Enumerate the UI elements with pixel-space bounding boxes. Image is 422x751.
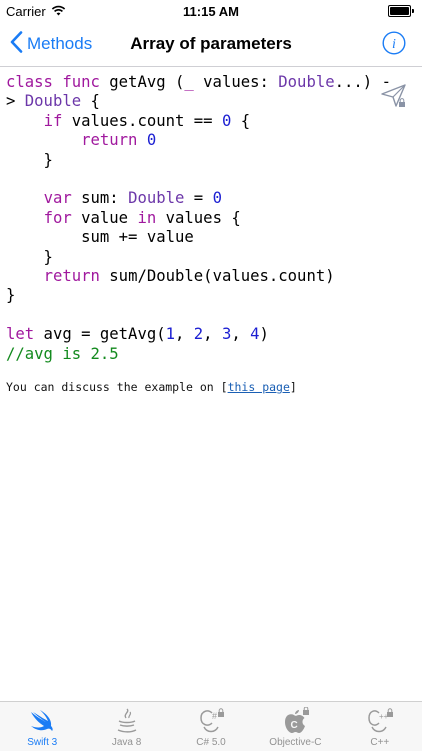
back-button-label: Methods (27, 34, 93, 53)
status-time: 11:15 AM (183, 4, 239, 19)
code-token: Double (128, 189, 185, 208)
code-token: { (231, 111, 251, 130)
apple-lock-icon: C (280, 707, 310, 735)
chevron-left-icon (10, 30, 27, 58)
discuss-text: You can discuss the example on [this pag… (6, 380, 297, 394)
code-line: return sum/Double(values.count) (6, 267, 416, 286)
code-token: //avg is 2.5 (6, 344, 119, 363)
code-token: 0 (146, 131, 157, 150)
code-token: avg = getAvg( (34, 325, 166, 344)
code-line: } (6, 151, 416, 170)
tab-swift[interactable]: Swift 3 (0, 702, 84, 751)
code-token: } (6, 247, 53, 266)
code-line: //avg is 2.5 (6, 345, 416, 364)
cpp-lock-icon: ++ (365, 707, 395, 735)
code-token: let (6, 325, 35, 344)
tab-bar: Swift 3 Java 8 # C# 5.0 C Objective-C ++… (0, 701, 422, 751)
code-token: values.count == (62, 111, 222, 130)
tab-cpp-label: C++ (370, 737, 390, 748)
code-token: getAvg ( (109, 73, 185, 91)
code-token: Double (278, 73, 335, 91)
java-icon (112, 707, 142, 735)
code-token: 3 (221, 325, 232, 344)
code-token: in (137, 208, 157, 227)
code-token: > (6, 92, 25, 111)
code-line: sum += value (6, 228, 416, 247)
code-token: class func (6, 73, 110, 91)
code-token: Double (24, 92, 82, 111)
tab-swift-label: Swift 3 (27, 737, 58, 748)
code-line: } (6, 286, 416, 305)
paper-plane-lock-icon (380, 84, 408, 114)
svg-text:C: C (291, 720, 298, 731)
tab-csharp-label: C# 5.0 (196, 737, 226, 748)
discuss-bracket-open: [ (220, 380, 228, 394)
code-token: if (43, 111, 63, 130)
code-token: 2 (193, 325, 204, 344)
code-line: > Double { (6, 92, 416, 111)
csharp-lock-icon: # (196, 707, 226, 735)
code-token: sum: (71, 189, 129, 208)
code-token: 0 (212, 189, 222, 208)
code-block: class func getAvg (_ values: Double...) … (6, 73, 416, 364)
code-token: values: (193, 73, 279, 91)
info-button[interactable]: i (382, 31, 406, 55)
code-line: var sum: Double = 0 (6, 189, 416, 208)
code-token: sum += value (6, 228, 194, 247)
tab-csharp[interactable]: # C# 5.0 (169, 702, 253, 751)
code-token: ) (259, 325, 269, 344)
code-line: class func getAvg (_ values: Double...) … (6, 73, 416, 92)
code-token: _ (184, 73, 194, 91)
code-token: { (81, 92, 100, 111)
tab-objective-c-label: Objective-C (269, 737, 322, 748)
code-token: } (6, 150, 53, 169)
navigation-bar: Methods Array of parameters i (0, 22, 422, 67)
tab-java[interactable]: Java 8 (84, 702, 168, 751)
code-token: for (43, 208, 72, 227)
code-token: = (184, 189, 213, 208)
code-token: var (43, 189, 72, 208)
code-line: } (6, 248, 416, 267)
back-button[interactable]: Methods (10, 22, 92, 66)
status-bar: Carrier 11:15 AM (0, 0, 422, 22)
discussion-link[interactable]: this page (228, 380, 290, 394)
code-token: , (203, 325, 222, 344)
code-token: sum/Double(values.count) (99, 267, 335, 286)
info-icon: i (382, 31, 406, 59)
svg-text:i: i (392, 37, 396, 52)
tab-objective-c[interactable]: C Objective-C (253, 702, 337, 751)
code-token: , (231, 325, 251, 344)
discuss-bracket-close: ] (289, 380, 297, 394)
discuss-prefix: You can discuss the example on (6, 380, 221, 394)
code-token: 0 (221, 111, 232, 130)
code-token: } (6, 286, 16, 305)
code-token: , (175, 325, 194, 344)
code-token: return (81, 131, 138, 150)
battery-icon (388, 5, 414, 17)
code-token: return (43, 267, 100, 286)
code-line: let avg = getAvg(1, 2, 3, 4) (6, 325, 416, 344)
tab-java-label: Java 8 (111, 737, 142, 748)
code-line: for value in values { (6, 209, 416, 228)
code-token: values { (156, 208, 241, 227)
tab-cpp[interactable]: ++ C++ (338, 702, 422, 751)
code-line: return 0 (6, 131, 416, 150)
code-token: 4 (250, 325, 260, 344)
share-button[interactable] (380, 82, 408, 110)
svg-text:#: # (212, 711, 217, 721)
swift-icon (27, 707, 57, 735)
code-token: value (71, 208, 138, 227)
code-token: 1 (165, 325, 175, 344)
code-line: if values.count == 0 { (6, 112, 416, 131)
